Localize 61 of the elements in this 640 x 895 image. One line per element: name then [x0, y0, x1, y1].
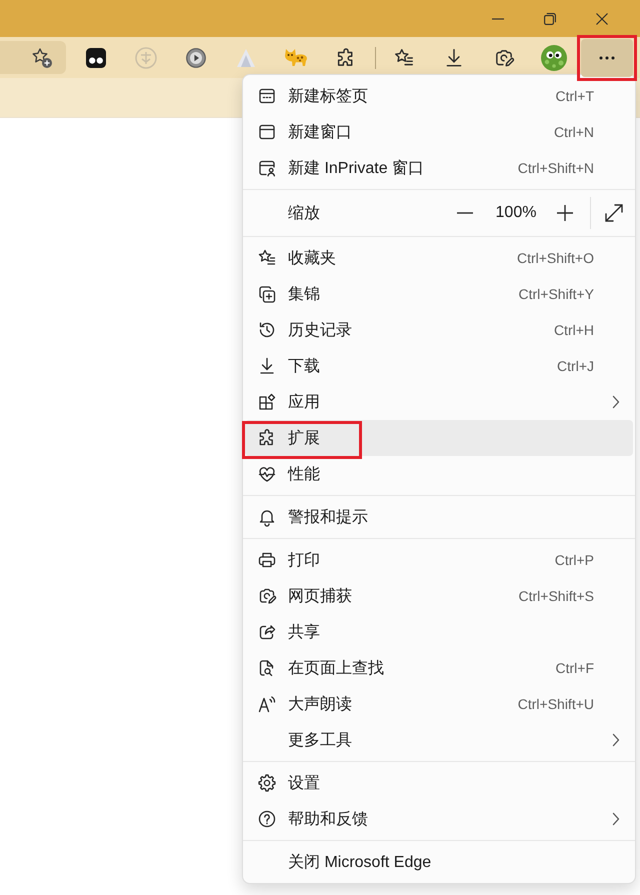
cat-icon[interactable] — [284, 48, 308, 68]
menu-item[interactable]: 下载 Ctrl+J — [245, 348, 633, 384]
avatar-icon[interactable] — [541, 44, 567, 70]
menu-item[interactable]: 扩展 — [245, 420, 633, 456]
private-window-icon — [257, 158, 277, 178]
menu-item[interactable]: 网页捕获 Ctrl+Shift+S — [245, 578, 633, 614]
chevron-icon — [612, 733, 620, 747]
restore-icon[interactable] — [544, 12, 556, 24]
menu-item[interactable]: 警报和提示 — [245, 499, 633, 535]
zoom-in-icon[interactable] — [557, 205, 573, 221]
shortcut-text: Ctrl+J — [557, 358, 594, 374]
shortcut-text: Ctrl+Shift+N — [518, 160, 594, 176]
menu-item[interactable]: 更多工具 — [245, 722, 633, 758]
settings-icon — [257, 773, 277, 793]
menu-item[interactable]: 应用 — [245, 384, 633, 420]
menu-item[interactable]: 打印 Ctrl+P — [245, 542, 633, 578]
shortcut-text: Ctrl+Shift+O — [516, 250, 594, 266]
window-icon — [257, 122, 277, 142]
menu-item[interactable]: 新建窗口 Ctrl+N — [245, 114, 633, 150]
menu-item[interactable]: 性能 — [245, 456, 633, 492]
menu-item[interactable]: 帮助和反馈 — [245, 801, 633, 837]
screenshot-icon — [257, 586, 277, 606]
menu-item[interactable]: 新建 InPrivate 窗口 Ctrl+Shift+N — [245, 150, 633, 186]
add-favorite-icon[interactable] — [31, 46, 53, 68]
shortcut-text: Ctrl+H — [554, 322, 594, 338]
favorites-icon[interactable] — [393, 46, 415, 68]
two-dots-tile-icon[interactable] — [86, 48, 106, 68]
play-circle-icon[interactable] — [186, 48, 206, 68]
fullscreen-icon[interactable] — [605, 204, 623, 222]
close-icon[interactable] — [596, 12, 608, 24]
minimize-icon[interactable] — [492, 18, 504, 20]
help-icon — [257, 809, 277, 829]
read-aloud-icon — [257, 694, 277, 714]
more-icon — [599, 56, 615, 60]
menu-item[interactable]: 历史记录 Ctrl+H — [245, 312, 633, 348]
apps-icon — [257, 392, 277, 412]
address-bar[interactable] — [0, 41, 66, 74]
chevron-icon — [612, 812, 620, 826]
collections-icon — [257, 284, 277, 304]
shortcut-text: Ctrl+F — [556, 660, 594, 676]
heart-pulse-icon — [257, 464, 277, 484]
menu-item[interactable]: 集锦 Ctrl+Shift+Y — [245, 276, 633, 312]
history-icon — [257, 320, 277, 340]
menu-item[interactable]: 大声朗读 Ctrl+Shift+U — [245, 686, 633, 722]
printer-icon — [257, 550, 277, 570]
shortcut-text: Ctrl+T — [556, 88, 594, 104]
zoom-level-text: 100% — [494, 204, 538, 222]
menu-item[interactable]: 在页面上查找 Ctrl+F — [245, 650, 633, 686]
menu-item[interactable]: 共享 — [245, 614, 633, 650]
shortcut-text: Ctrl+N — [554, 124, 594, 140]
menu-item[interactable]: 收藏夹 Ctrl+Shift+O — [245, 240, 633, 276]
chevron-icon — [612, 395, 620, 409]
shortcut-text: Ctrl+Shift+Y — [518, 286, 594, 302]
zoom-label: 缩放 — [288, 204, 320, 224]
shortcut-text: Ctrl+Shift+U — [518, 696, 594, 712]
menu-item[interactable]: 新建标签页 Ctrl+T — [245, 78, 633, 114]
menu-item[interactable]: 关闭 Microsoft Edge — [245, 844, 633, 880]
shortcut-text: Ctrl+P — [554, 552, 594, 568]
shortcut-text: Ctrl+Shift+S — [518, 588, 594, 604]
menu-item[interactable]: 设置 — [245, 765, 633, 801]
new-tab-icon — [257, 86, 277, 106]
